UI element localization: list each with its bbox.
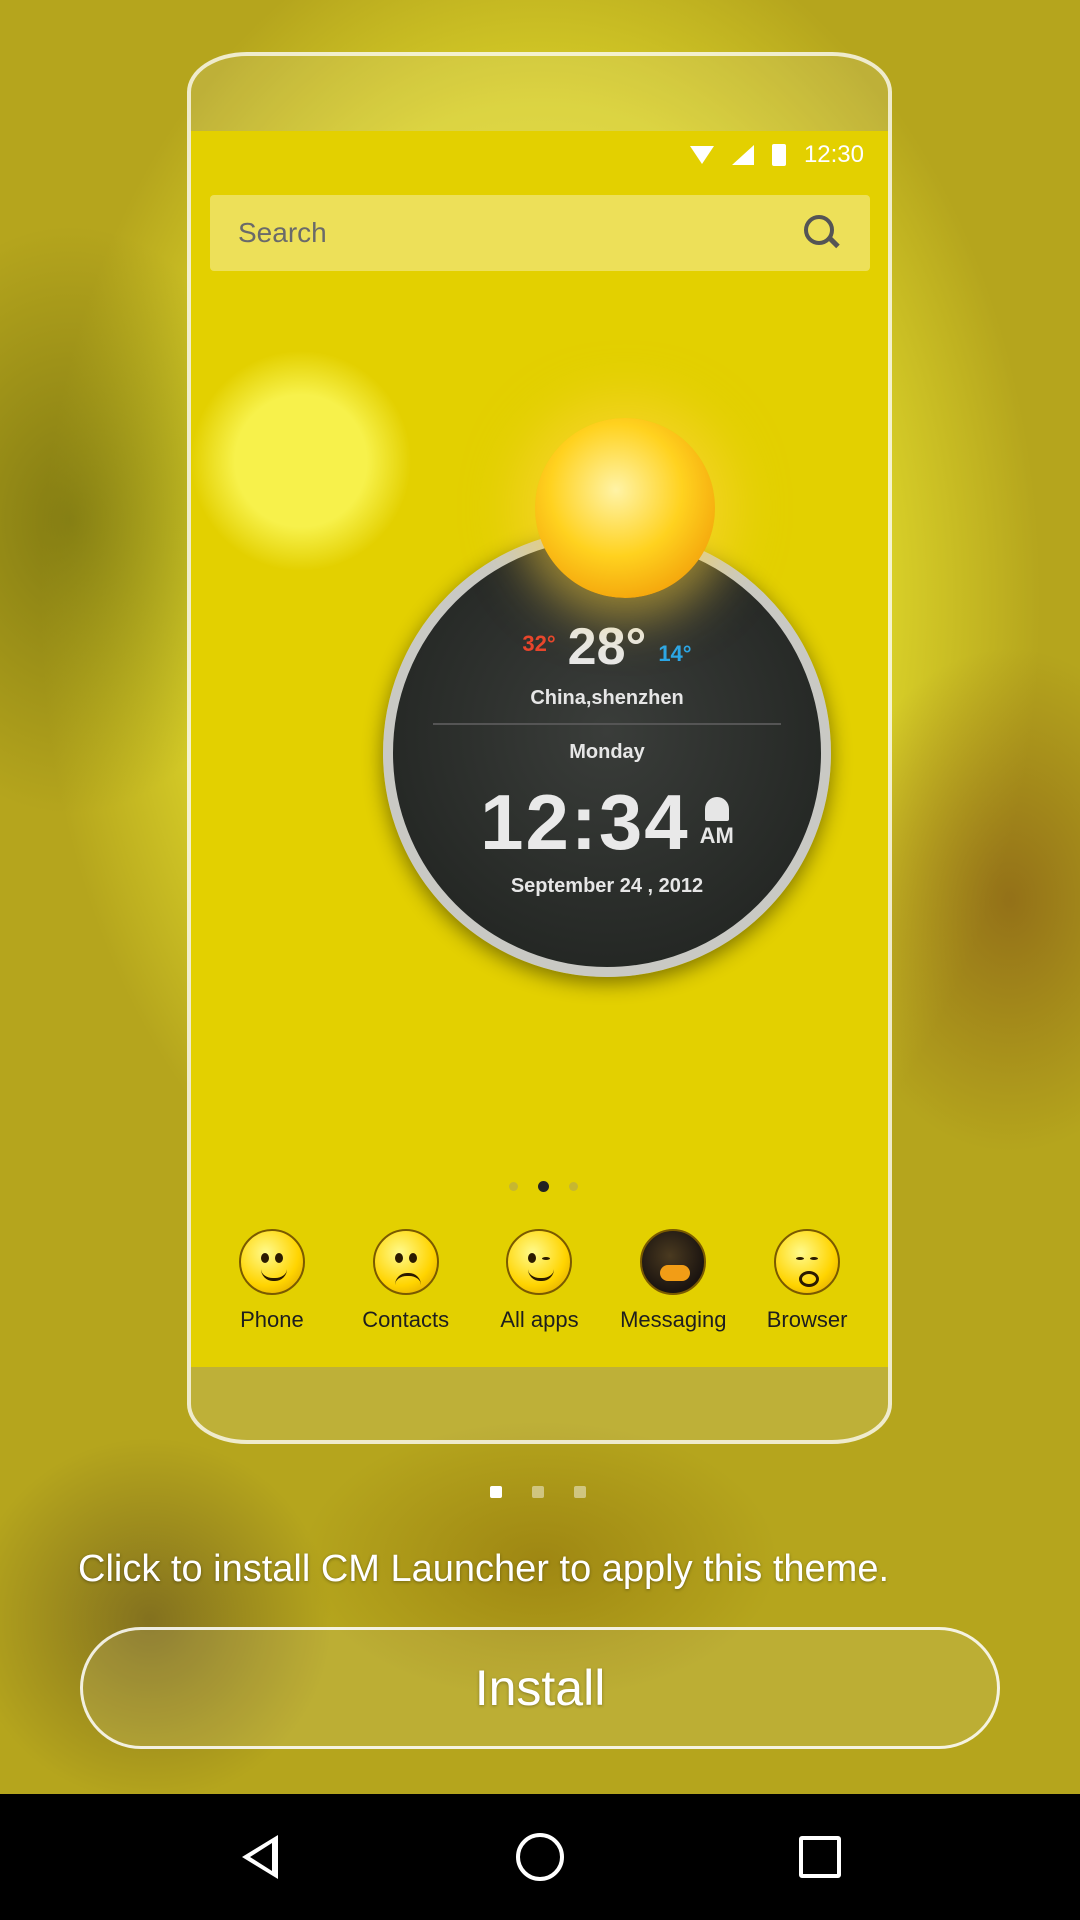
sun-weather-icon <box>535 418 715 598</box>
temp-high: 32° <box>522 631 556 656</box>
temp-current: 28° <box>567 618 647 676</box>
home-page-indicator <box>509 1181 578 1192</box>
frown-emoji-icon <box>372 1229 439 1295</box>
date-label: September 24 , 2012 <box>510 875 704 897</box>
location-label: China,shenzhen <box>530 687 684 709</box>
pager-dot[interactable] <box>574 1486 586 1498</box>
clock-time: 12:34 <box>480 778 690 866</box>
ampm-label: AM <box>699 822 734 848</box>
theme-preview-screen: 12:30 Search 32° 28° 14° China,shenzhen … <box>191 131 888 1367</box>
screenshot-pager <box>490 1486 586 1498</box>
home-page-dot <box>509 1182 518 1191</box>
home-page-dot-active <box>538 1181 549 1192</box>
dock-item-contacts: Contacts <box>341 1229 471 1333</box>
pager-dot-active[interactable] <box>490 1486 502 1498</box>
back-icon <box>242 1835 278 1879</box>
status-time: 12:30 <box>803 141 864 168</box>
dock-label: Phone <box>240 1307 304 1332</box>
search-icon <box>802 213 842 253</box>
android-nav-bar <box>0 1794 1080 1920</box>
day-label: Monday <box>569 741 645 763</box>
dock-item-messaging: Messaging <box>608 1229 738 1333</box>
ampm-column: AM <box>699 796 734 849</box>
pager-dot[interactable] <box>532 1486 544 1498</box>
home-icon <box>516 1833 564 1881</box>
wink-emoji-icon <box>506 1229 573 1295</box>
preview-search-bar: Search <box>210 195 870 271</box>
preview-status-bar: 12:30 <box>191 131 888 179</box>
smiley-icon <box>238 1229 305 1295</box>
dock-label: Contacts <box>362 1307 450 1332</box>
preview-dock: Phone Contacts All apps Messaging Browse… <box>191 1229 888 1333</box>
widget-divider <box>433 723 781 725</box>
clock-time-row: 12:34 AM <box>393 777 821 868</box>
search-placeholder: Search <box>238 217 327 248</box>
signal-icon <box>731 145 754 165</box>
nav-home-button[interactable] <box>510 1827 570 1887</box>
recents-icon <box>799 1836 841 1878</box>
alarm-bell-icon <box>704 796 729 821</box>
nav-back-button[interactable] <box>230 1827 290 1887</box>
install-hint-text: Click to install CM Launcher to apply th… <box>78 1548 890 1590</box>
crying-emoji-icon <box>774 1229 841 1295</box>
dock-item-browser: Browser <box>742 1229 872 1333</box>
dock-label: All apps <box>500 1307 579 1332</box>
dock-label: Messaging <box>620 1307 727 1332</box>
dock-label: Browser <box>766 1307 848 1332</box>
nav-recents-button[interactable] <box>790 1827 850 1887</box>
wifi-icon <box>689 146 714 164</box>
bird-emoji-icon <box>640 1229 707 1295</box>
dock-item-all-apps: All apps <box>474 1229 604 1333</box>
battery-icon <box>771 144 786 166</box>
home-page-dot <box>569 1182 578 1191</box>
install-button[interactable]: Install <box>80 1627 1000 1749</box>
temperature-row: 32° 28° 14° <box>393 617 821 677</box>
temp-low: 14° <box>658 641 692 666</box>
dock-item-phone: Phone <box>207 1229 337 1333</box>
